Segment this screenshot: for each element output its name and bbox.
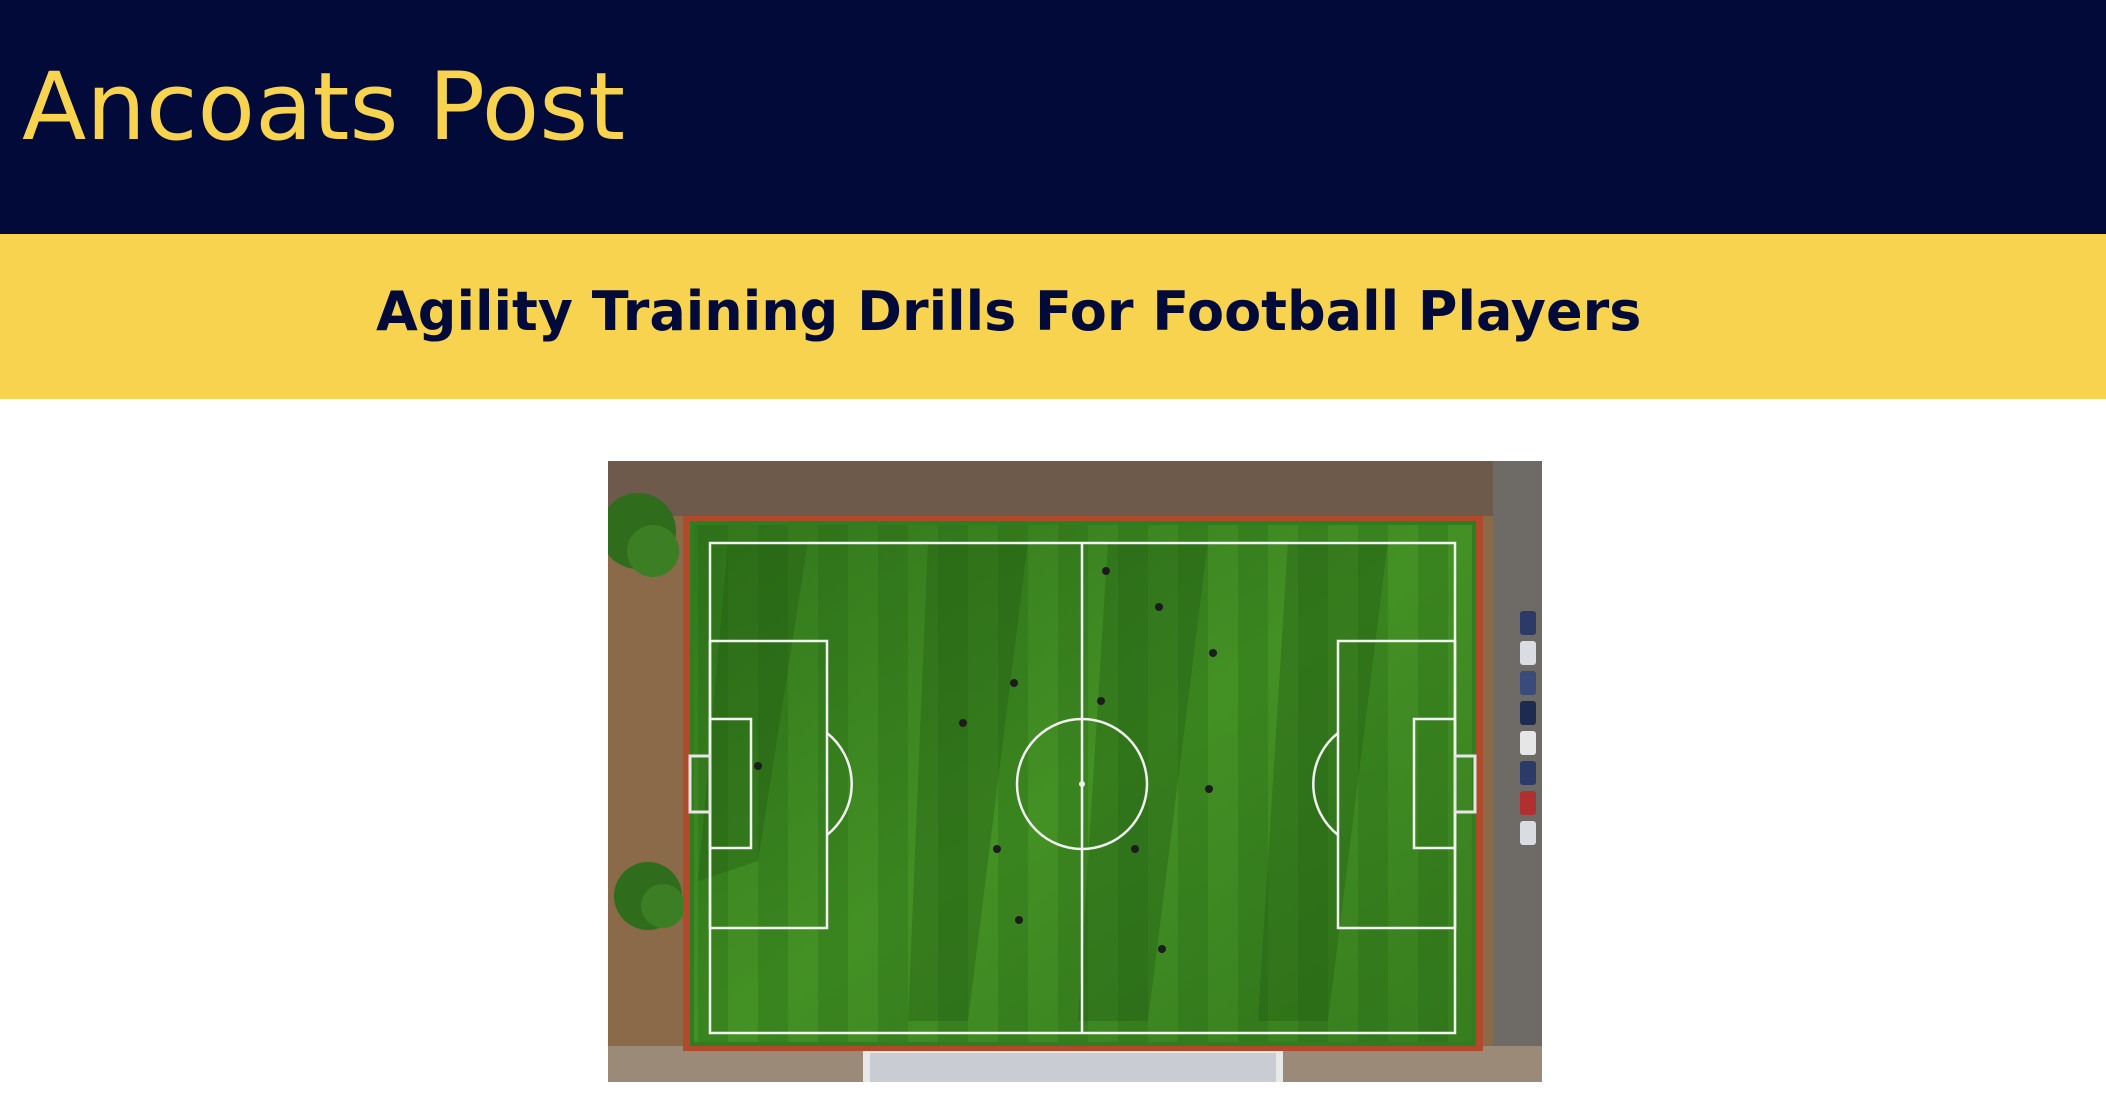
aerial-pitch-illustration bbox=[608, 461, 1542, 1082]
hero-image bbox=[608, 461, 1542, 1082]
article-headline: Agility Training Drills For Football Pla… bbox=[376, 280, 1642, 343]
site-title[interactable]: Ancoats Post bbox=[22, 52, 625, 165]
masthead: Ancoats Post bbox=[0, 0, 2106, 234]
top-walkway bbox=[608, 461, 1542, 516]
